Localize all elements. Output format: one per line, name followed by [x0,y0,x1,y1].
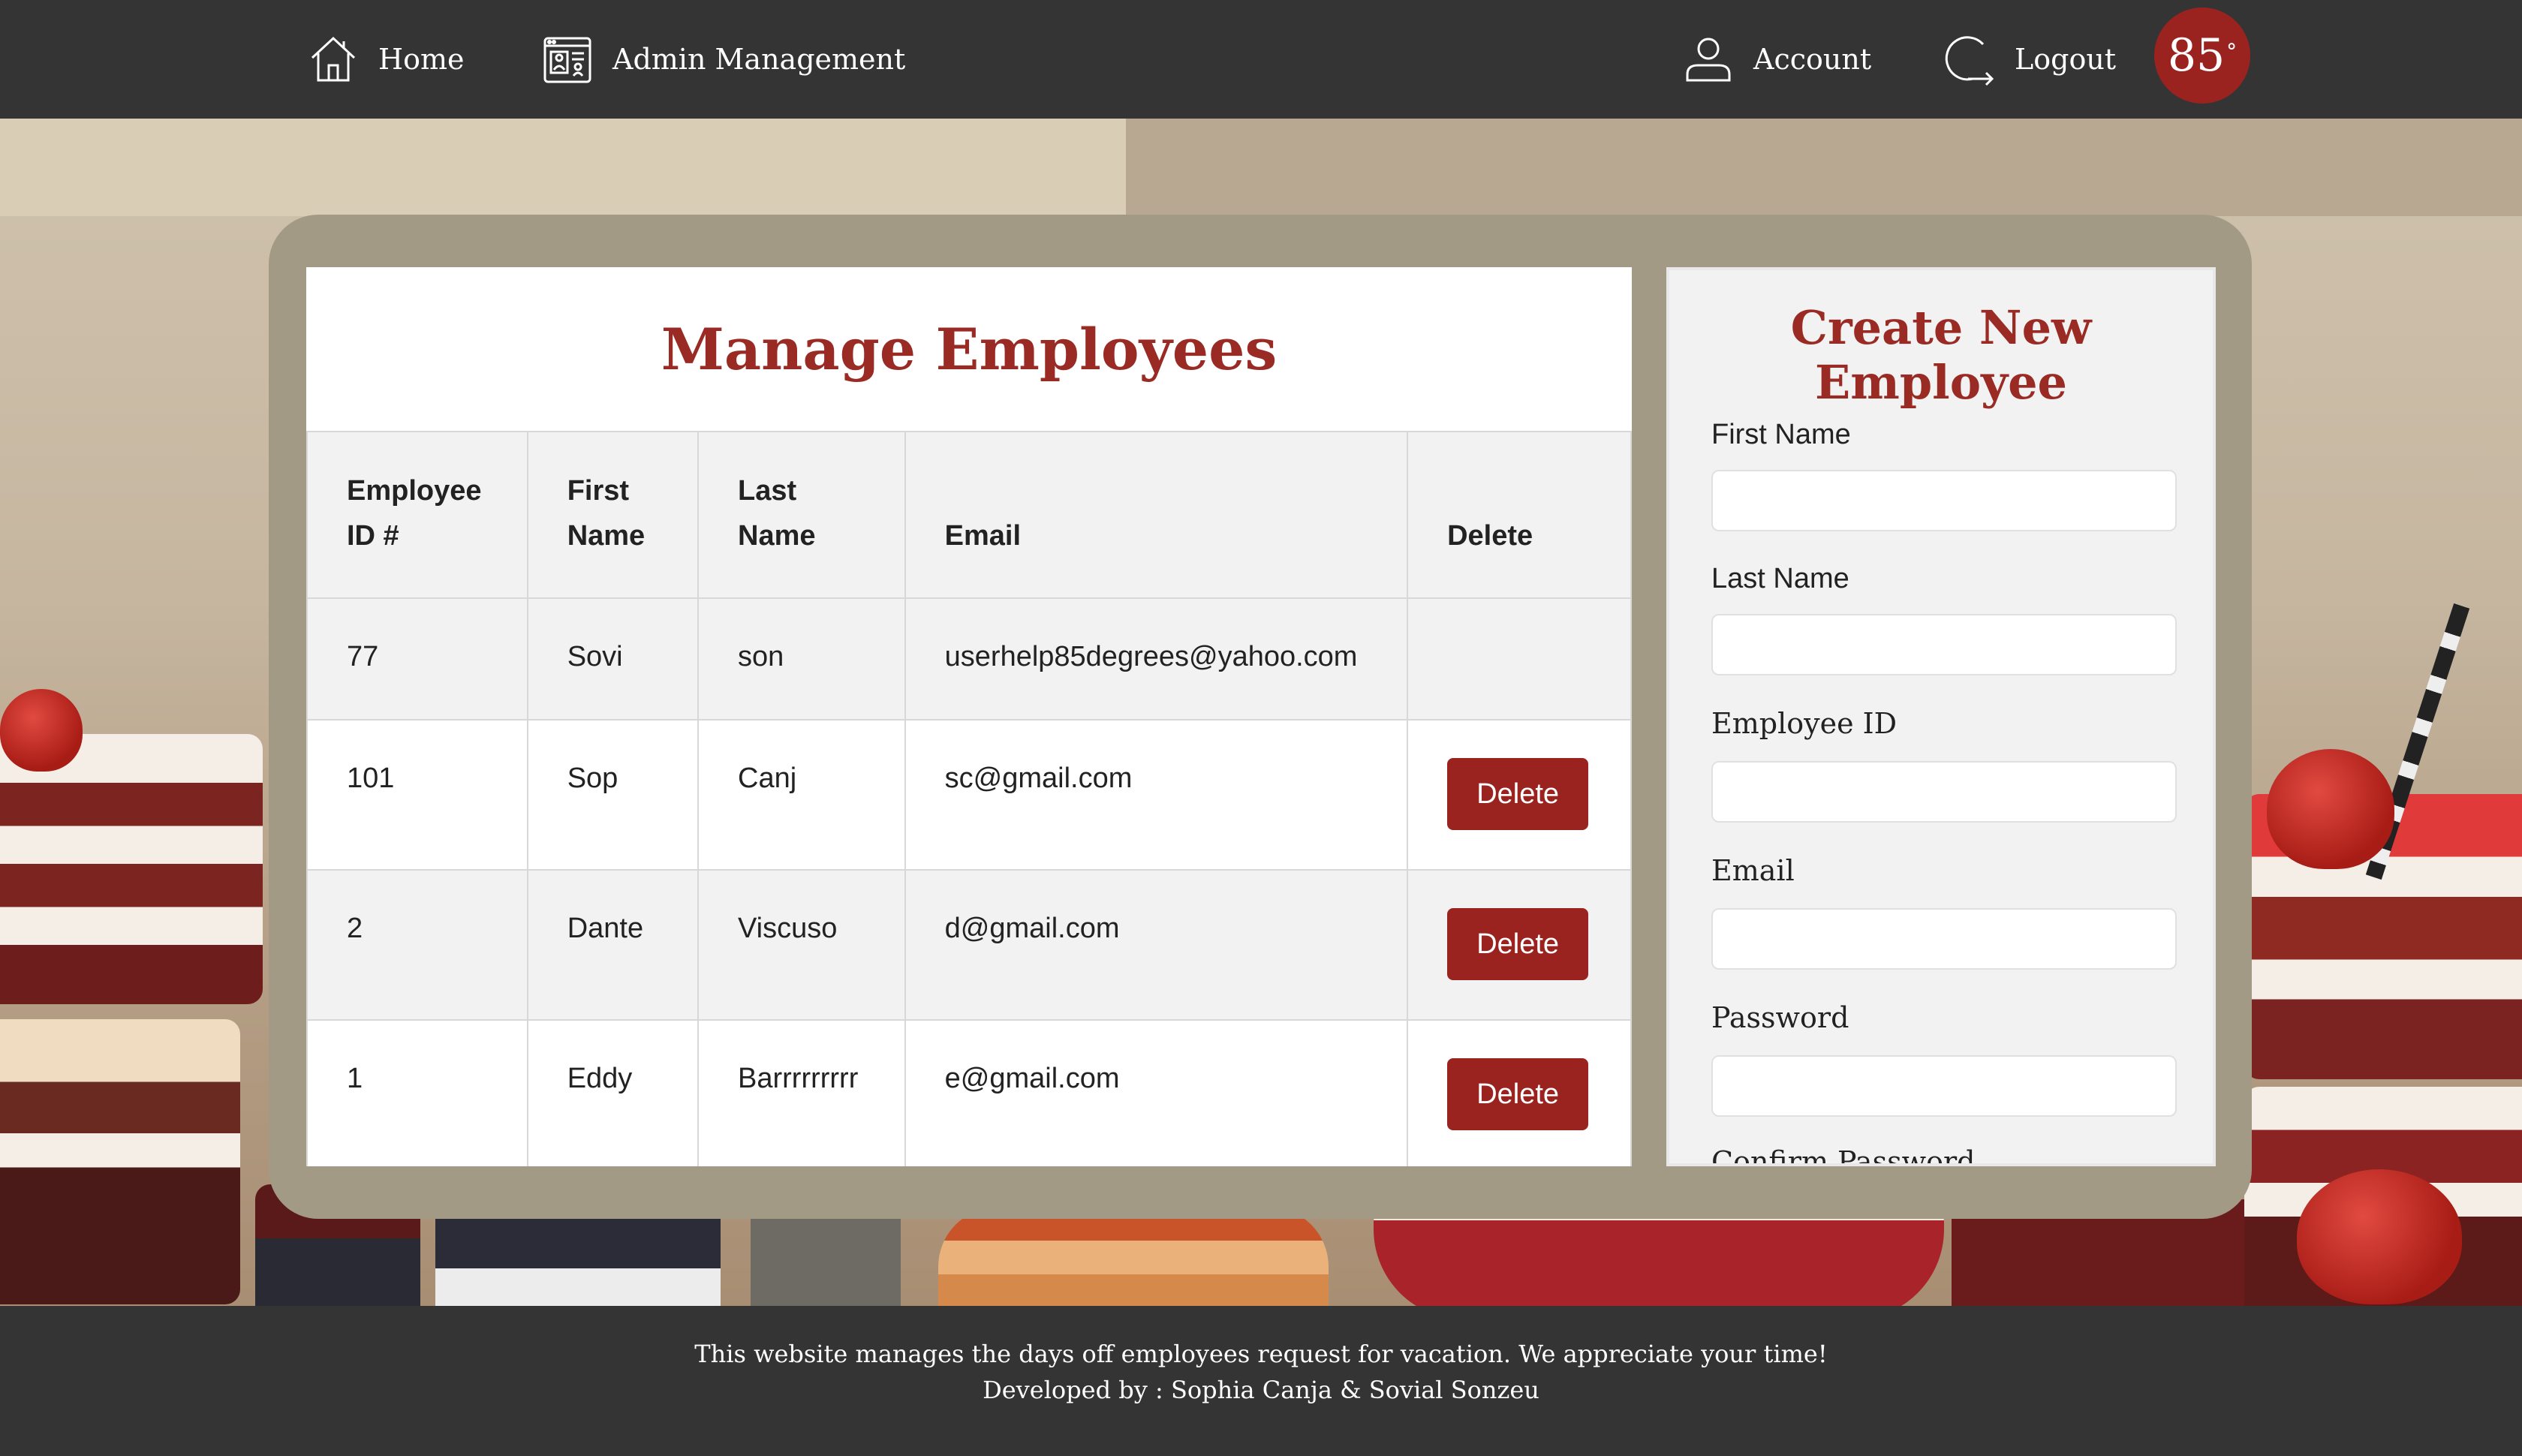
cake-decoration [1374,1207,1944,1306]
password-input[interactable] [1711,1055,2177,1117]
admin-icon [543,37,591,83]
form-title: Create New Employee [1790,300,2092,410]
logout-icon [1945,36,1994,86]
cake-decoration [0,1019,240,1304]
confirm-password-label: Confirm Password [1711,1145,1976,1166]
delete-button[interactable]: Delete [1447,1058,1589,1130]
table-row: 77 Sovi son userhelp85degrees@yahoo.com [306,597,1632,720]
cell-last-name: Canj [697,719,906,871]
cell-employee-id: 1 [306,1019,528,1166]
footer: This website manages the days off employ… [0,1306,2522,1456]
header-email: Email [904,431,1409,599]
nav-admin-management[interactable]: Admin Management [540,0,905,119]
cell-delete: Delete [1407,1019,1632,1166]
footer-tagline: This website manages the days off employ… [694,1340,1828,1368]
cell-first-name: Dante [526,869,700,1021]
background-wall [0,119,1126,216]
employee-id-input[interactable] [1711,761,2177,823]
cake-decoration [938,1207,1329,1306]
table-header-row: Employee ID # First Name Last Name Email De… [306,431,1632,599]
cell-employee-id: 101 [306,719,528,871]
cell-delete: Delete [1407,719,1632,871]
table-row: 1 Eddy Barrrrrrrrr e@gmail.com Delete [306,1019,1632,1166]
nav-logout[interactable]: Logout [1943,0,2116,119]
delete-button[interactable]: Delete [1447,908,1589,980]
email-label: Email [1711,854,1795,887]
cake-decoration [0,734,263,1004]
create-employee-form: Create New Employee First Name Last Name… [1666,267,2216,1166]
cell-last-name: Barrrrrrrrr [697,1019,906,1166]
cell-email: e@gmail.com [904,1019,1409,1166]
employees-table-card: Manage Employees Employee ID # First Name … [306,267,1632,1166]
header-delete: Delete [1407,431,1632,599]
logo-degree: ° [2226,38,2238,64]
delete-button[interactable]: Delete [1447,758,1589,830]
employees-table: Employee ID # First Name Last Name Email De… [306,431,1632,1166]
last-name-label: Last Name [1711,563,1849,594]
last-name-input[interactable] [1711,614,2177,675]
nav-admin-label: Admin Management [612,43,906,76]
strawberry-decoration [2297,1169,2462,1304]
cell-first-name: Sovi [526,597,700,720]
strawberry-decoration [2267,749,2394,869]
cell-first-name: Sop [526,719,700,871]
password-label: Password [1711,1001,1849,1034]
nav-home-label: Home [378,43,465,76]
logo-text: 85 [2167,29,2226,82]
cell-employee-id: 77 [306,597,528,720]
cell-first-name: Eddy [526,1019,700,1166]
home-icon [311,36,356,82]
user-icon [1686,38,1731,82]
cell-employee-id: 2 [306,869,528,1021]
table-row: 2 Dante Viscuso d@gmail.com Delete [306,869,1632,1021]
brand-logo[interactable]: 85 ° [2154,8,2250,104]
cell-delete: Delete [1407,869,1632,1021]
nav-account-label: Account [1753,43,1872,76]
cell-email: d@gmail.com [904,869,1409,1021]
strawberry-decoration [0,689,83,772]
header-employee-id: Employee ID # [306,431,528,599]
header-first-name: First Name [526,431,700,599]
cell-email: userhelp85degrees@yahoo.com [904,597,1409,720]
background-wall [1126,119,2522,216]
cell-last-name: son [697,597,906,720]
employee-id-label: Employee ID [1711,707,1898,740]
first-name-label: First Name [1711,419,1851,450]
cell-delete-empty [1407,597,1632,720]
table-title: Manage Employees [661,315,1278,383]
nav-logout-label: Logout [2015,43,2117,76]
top-nav: Home Admin Management Account Logout 85 ° [0,0,2522,119]
email-input[interactable] [1711,908,2177,970]
cell-last-name: Viscuso [697,869,906,1021]
nav-account[interactable]: Account [1681,0,1871,119]
cell-email: sc@gmail.com [904,719,1409,871]
header-last-name: Last Name [697,431,906,599]
footer-credits: Developed by : Sophia Canja & Sovial Son… [983,1376,1539,1404]
first-name-input[interactable] [1711,470,2177,531]
nav-home[interactable]: Home [306,0,465,119]
table-row: 101 Sop Canj sc@gmail.com Delete [306,719,1632,871]
